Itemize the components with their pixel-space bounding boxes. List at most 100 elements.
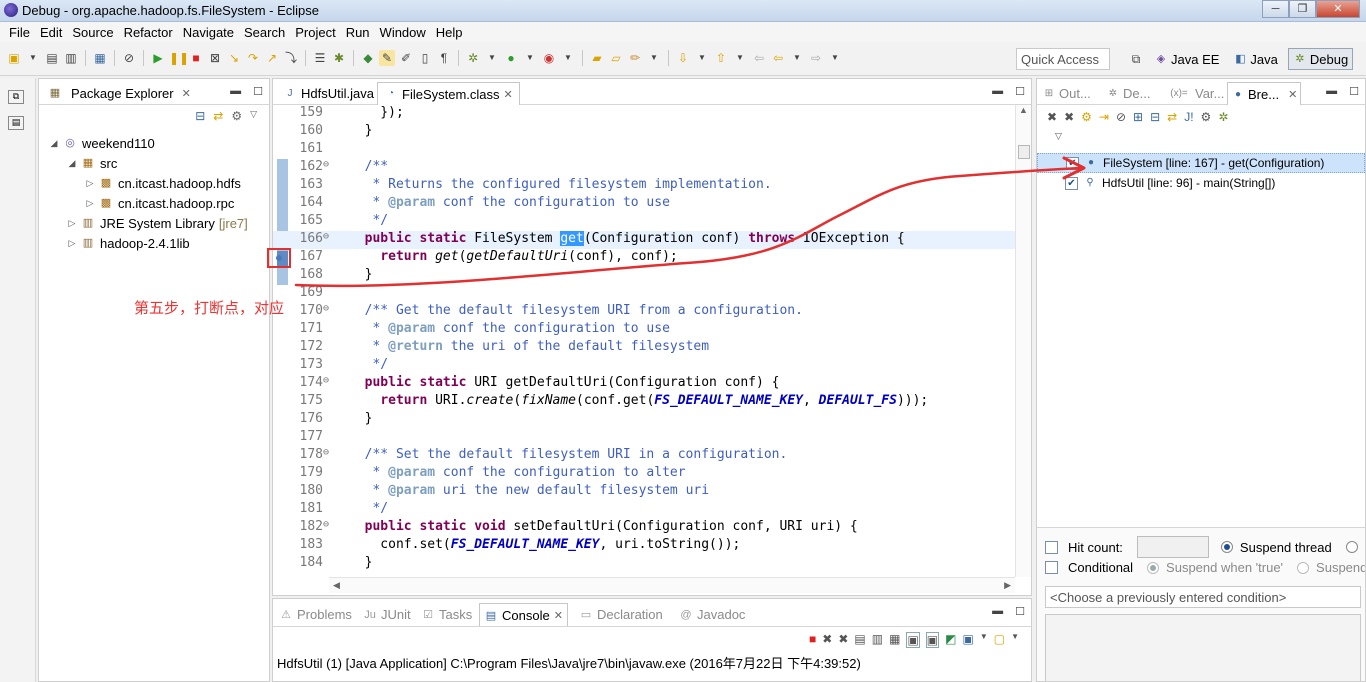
tab-problems[interactable]: ⚠ Problems <box>275 603 356 626</box>
dropdown-icon[interactable]: ▼ <box>646 50 662 66</box>
code-line[interactable]: 171 * @param conf the configuration to u… <box>273 321 1015 339</box>
external-tools-icon[interactable]: ◉ <box>541 50 557 66</box>
prev-annotation-icon[interactable]: ⇧ <box>713 50 729 66</box>
close-button[interactable]: ✕ <box>1316 0 1360 18</box>
open-type-icon[interactable]: ◆ <box>360 50 376 66</box>
dropdown-icon[interactable]: ▼ <box>980 632 988 648</box>
show-stderr-icon[interactable]: ▣ <box>925 632 940 648</box>
tab-variables[interactable]: (x)= Var... <box>1163 82 1227 105</box>
tree-item[interactable]: ▷ ▥ hadoop-2.4.1lib <box>39 233 269 253</box>
skip-all-icon[interactable]: ⊘ <box>1116 110 1126 124</box>
view-icon[interactable]: ▤ <box>8 116 24 130</box>
collapse-all-icon[interactable]: ⊟ <box>1150 110 1160 124</box>
menu-help[interactable]: Help <box>431 22 468 42</box>
close-icon[interactable]: ✕ <box>504 88 513 101</box>
close-icon[interactable]: ✕ <box>1288 88 1297 101</box>
code-line[interactable]: 160 } <box>273 123 1015 141</box>
code-line[interactable]: 166 ⊖ public static FileSystem get(Config… <box>273 231 1015 249</box>
dropdown-icon[interactable]: ▼ <box>560 50 576 66</box>
terminate-icon[interactable]: ■ <box>809 632 816 648</box>
menu-run[interactable]: Run <box>341 22 375 42</box>
menu-file[interactable]: File <box>4 22 35 42</box>
menu-project[interactable]: Project <box>290 22 340 42</box>
breakpoint-item[interactable]: ✔ ● FileSystem [line: 167] - get(Configura… <box>1037 153 1365 173</box>
hit-count-checkbox[interactable] <box>1045 540 1058 554</box>
code-line[interactable]: 159 }); <box>273 105 1015 123</box>
debug-config-icon[interactable]: ✱ <box>331 50 347 66</box>
collapsed-icon[interactable]: ▷ <box>67 238 77 249</box>
code-line[interactable]: 165 */ <box>273 213 1015 231</box>
code-line[interactable]: 162 ⊖ /** <box>273 159 1015 177</box>
open-folder-icon[interactable]: ▰ <box>589 50 605 66</box>
code-line[interactable]: 184 } <box>273 555 1015 573</box>
suspend-true-radio[interactable] <box>1147 561 1160 574</box>
code-line[interactable]: 169 <box>273 285 1015 303</box>
view-menu-icon[interactable]: ▽ <box>250 109 257 123</box>
close-icon[interactable]: ✕ <box>554 609 563 622</box>
minimize-icon[interactable]: ▬ <box>230 85 241 98</box>
exception-breakpoint-icon[interactable]: J! <box>1184 110 1193 124</box>
suspend-vm-radio[interactable] <box>1345 541 1358 553</box>
code-line[interactable]: 175 return URI.create(fixName(conf.get(F… <box>273 393 1015 411</box>
fold-icon[interactable]: ⊖ <box>323 159 333 170</box>
maximize-icon[interactable]: ☐ <box>1015 605 1025 618</box>
dropdown-icon[interactable]: ▼ <box>694 50 710 66</box>
collapse-all-icon[interactable]: ⊟ <box>195 109 205 123</box>
tab-breakpoints[interactable]: ● Bre... ✕ <box>1227 82 1302 105</box>
tab-hdfsutil-java[interactable]: J HdfsUtil.java <box>277 82 380 105</box>
clear-console-icon[interactable]: ▤ <box>854 632 865 648</box>
minimize-icon[interactable]: ▬ <box>992 85 1003 98</box>
code-line[interactable]: 163 * Returns the configured filesystem … <box>273 177 1015 195</box>
remove-breakpoint-icon[interactable]: ✖ <box>1047 110 1057 124</box>
print-icon[interactable]: ▦ <box>92 50 108 66</box>
minimize-icon[interactable]: ▬ <box>1326 85 1337 98</box>
mark-occurrences-icon[interactable]: ✐ <box>398 50 414 66</box>
use-step-filters-icon[interactable]: ☰ <box>312 50 328 66</box>
expanded-icon[interactable]: ◢ <box>49 138 59 149</box>
minimize-icon[interactable]: ▬ <box>992 605 1003 618</box>
filter-icon[interactable]: ⚙ <box>231 109 242 123</box>
code-line[interactable]: 173 */ <box>273 357 1015 375</box>
last-edit-icon[interactable]: ⇦ <box>751 50 767 66</box>
menu-source[interactable]: Source <box>67 22 118 42</box>
suspend-value-radio[interactable] <box>1297 561 1310 574</box>
remove-all-breakpoints-icon[interactable]: ✖ <box>1064 110 1074 124</box>
block-selection-icon[interactable]: ¶ <box>436 50 452 66</box>
code-line[interactable]: 161 <box>273 141 1015 159</box>
tab-filesystem-class[interactable]: ◔ FileSystem.class ✕ <box>377 82 520 105</box>
scroll-thumb[interactable] <box>1018 145 1030 159</box>
dropdown-icon[interactable]: ▼ <box>827 50 843 66</box>
tab-junit[interactable]: Ju JUnit <box>359 603 415 626</box>
perspective-java-ee[interactable]: ◈ Java EE <box>1150 48 1223 70</box>
tree-item[interactable]: ◢ ▦ src <box>39 153 269 173</box>
skip-breakpoints-icon[interactable]: ⊘ <box>121 50 137 66</box>
fold-icon[interactable]: ⊖ <box>323 303 333 314</box>
save-icon[interactable]: ▤ <box>44 50 60 66</box>
dropdown-icon[interactable]: ▼ <box>25 50 41 66</box>
dropdown-icon[interactable]: ▼ <box>522 50 538 66</box>
forward-icon[interactable]: ⇨ <box>808 50 824 66</box>
highlight-icon[interactable]: ✎ <box>379 50 395 66</box>
code-line[interactable]: 178 ⊖ /** Set the default filesystem URI … <box>273 447 1015 465</box>
next-annotation-icon[interactable]: ⇩ <box>675 50 691 66</box>
code-line[interactable]: 182 ⊖ public static void setDefaultUri(Co… <box>273 519 1015 537</box>
tab-debug[interactable]: ✲ De... <box>1103 82 1153 105</box>
code-line[interactable]: 174 ⊖ public static URI getDefaultUri(Con… <box>273 375 1015 393</box>
menu-edit[interactable]: Edit <box>35 22 67 42</box>
link-debug-icon[interactable]: ⇄ <box>1167 110 1177 124</box>
link-editor-icon[interactable]: ⇄ <box>213 109 223 123</box>
terminate-icon[interactable]: ■ <box>188 50 204 66</box>
code-line[interactable]: 180 * @param uri the new default filesys… <box>273 483 1015 501</box>
breakpoint-checkbox[interactable]: ✔ <box>1066 156 1079 170</box>
scroll-lock-icon[interactable]: ▥ <box>872 632 883 648</box>
group-by-icon[interactable]: ⚙ <box>1201 110 1212 124</box>
remove-launch-icon[interactable]: ✖ <box>822 632 832 648</box>
code-editor[interactable]: 159 }); 160 } 161 162 ⊖ /** 163 * Returns the… <box>273 105 1015 577</box>
code-line[interactable]: 170 ⊖ /** Get the default filesystem URI … <box>273 303 1015 321</box>
display-console-icon[interactable]: ▣ <box>962 632 973 648</box>
menu-navigate[interactable]: Navigate <box>178 22 239 42</box>
menu-search[interactable]: Search <box>239 22 290 42</box>
pin-console-icon[interactable]: ◩ <box>945 632 956 648</box>
hit-count-input[interactable] <box>1136 536 1209 558</box>
step-over-icon[interactable]: ↷ <box>245 50 261 66</box>
